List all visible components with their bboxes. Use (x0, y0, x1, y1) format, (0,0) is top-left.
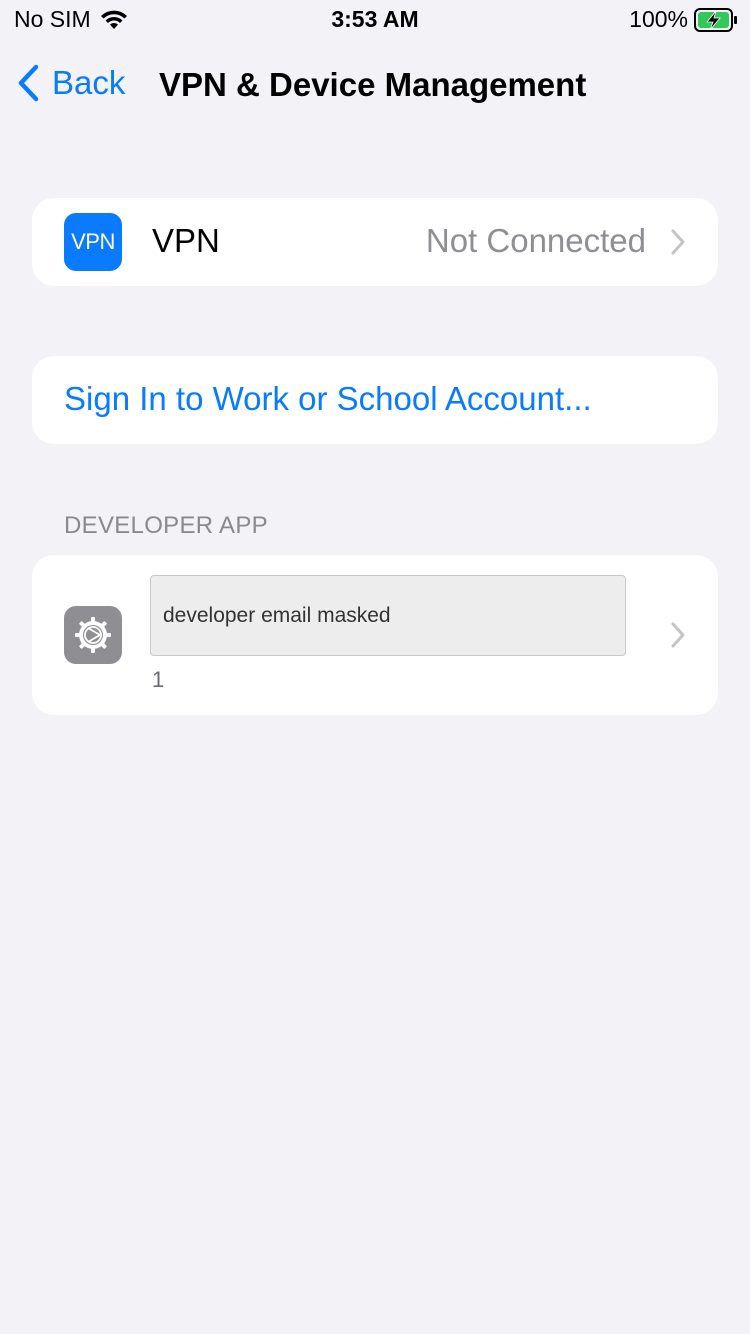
developer-app-row[interactable]: developer email masked 1 (32, 555, 718, 715)
settings-gear-icon (64, 606, 122, 664)
status-right: 100% (629, 6, 738, 33)
chevron-right-icon (670, 228, 686, 256)
vpn-row[interactable]: VPN VPN Not Connected (32, 198, 718, 286)
vpn-label: VPN (152, 222, 220, 259)
vpn-icon: VPN (64, 213, 122, 271)
chevron-right-icon (670, 621, 686, 649)
masked-label: developer email masked (163, 604, 391, 627)
sign-in-account-row[interactable]: Sign In to Work or School Account... (32, 356, 718, 444)
chevron-left-icon (16, 63, 42, 103)
developer-app-count: 1 (152, 667, 165, 692)
back-label: Back (52, 64, 126, 101)
battery-charging-icon (694, 7, 738, 33)
navigation-bar: Back VPN & Device Management (0, 55, 750, 115)
back-button[interactable]: Back (16, 63, 125, 103)
masked-developer-email: developer email masked (150, 575, 626, 656)
battery-percent: 100% (629, 6, 688, 32)
vpn-status: Not Connected (425, 222, 646, 259)
section-header-developer-app: DEVELOPER APP (64, 512, 268, 539)
status-bar: No SIM 3:53 AM 100% (0, 0, 750, 40)
sign-in-account-link[interactable]: Sign In to Work or School Account... (64, 380, 592, 418)
page-title: VPN & Device Management (159, 66, 587, 103)
